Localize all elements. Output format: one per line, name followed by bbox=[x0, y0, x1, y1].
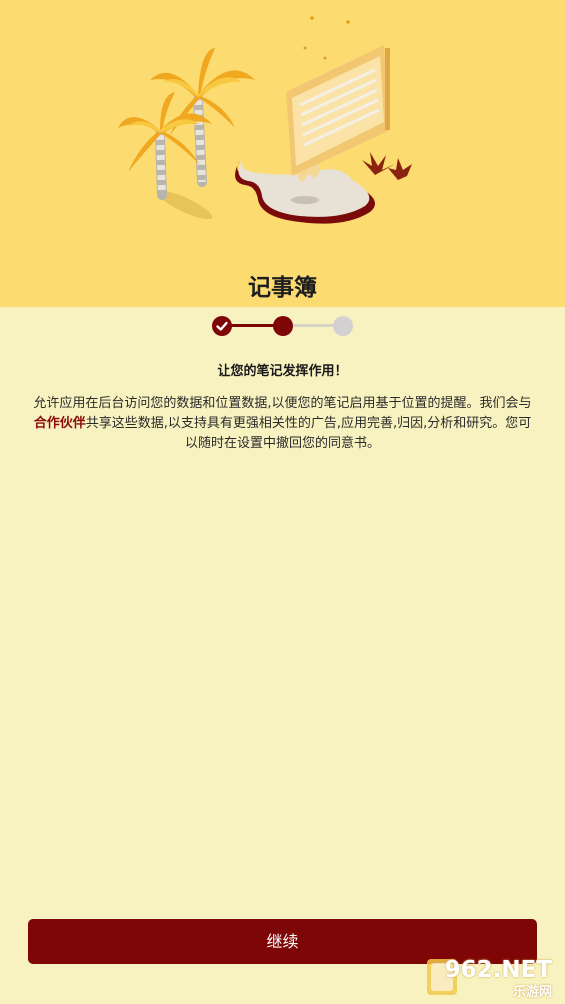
watermark-sub-text: 乐游网 bbox=[512, 985, 552, 1000]
consent-body-text-1: 允许应用在后台访问您的数据和位置数据,以便您的笔记启用基于位置的提醒。我们会与 bbox=[33, 396, 532, 411]
step-3-pending bbox=[333, 316, 353, 336]
watermark-logo: 962.NET 乐游网 bbox=[425, 955, 560, 1000]
consent-body: 允许应用在后台访问您的数据和位置数据,以便您的笔记启用基于位置的提醒。我们会与合… bbox=[30, 394, 535, 454]
step-2-current bbox=[273, 316, 293, 336]
stepper-line-completed bbox=[228, 324, 278, 327]
progress-stepper bbox=[208, 313, 358, 339]
step-1-completed bbox=[212, 316, 232, 336]
check-icon bbox=[216, 321, 228, 331]
page-title: 记事簿 bbox=[248, 275, 317, 301]
watermark-main-text: 962.NET bbox=[444, 957, 552, 983]
consent-body-text-2: 共享这些数据,以支持具有更强相关性的广告,应用完善,归因,分析和研究。您可以随时… bbox=[85, 416, 532, 451]
hero-illustration bbox=[0, 0, 565, 307]
consent-headline: 让您的笔记发挥作用！ bbox=[217, 364, 348, 379]
palm-desert-illustration bbox=[118, 16, 412, 224]
partners-link[interactable]: 合作伙伴 bbox=[34, 416, 86, 431]
